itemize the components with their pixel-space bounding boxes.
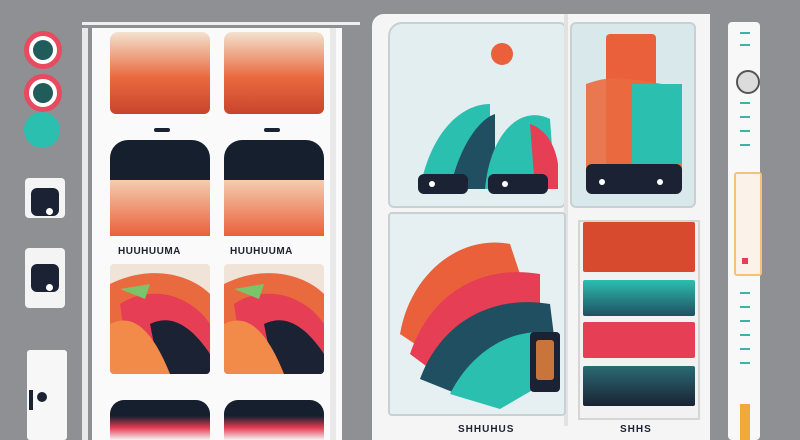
slot-icon <box>264 128 280 132</box>
slot-icon <box>154 128 170 132</box>
ruler-level <box>740 404 750 440</box>
gradient-block-top <box>110 32 210 114</box>
abstract-art-svg <box>224 273 324 374</box>
ruler-tick <box>740 44 750 46</box>
dark-display <box>110 140 210 180</box>
abstract-art <box>110 264 210 374</box>
stub-bar <box>29 390 33 410</box>
toggle-button[interactable] <box>25 248 65 308</box>
shelf-pink <box>583 322 695 358</box>
window-bottom-left <box>388 212 566 416</box>
dark-bottom <box>224 400 324 440</box>
caption-right: SHHS <box>620 424 652 435</box>
window-art-svg <box>400 242 560 409</box>
window-art-svg <box>418 43 558 194</box>
toggle-button[interactable] <box>25 178 65 218</box>
shelf-navy <box>583 366 695 406</box>
column-label: HUUHUUMA <box>118 246 181 257</box>
toggle-icon <box>31 264 59 292</box>
column-label: HUUHUUMA <box>230 246 293 257</box>
toggle-dot <box>46 208 53 215</box>
gradient-block-mid <box>110 180 210 236</box>
device-stub <box>27 350 67 440</box>
panel-a: HUUHUUMA HUUHUUMA <box>92 28 342 440</box>
window-top-right <box>570 22 696 208</box>
ruler-marker <box>742 258 748 264</box>
ruler-tick <box>740 320 750 322</box>
toggle-dot <box>46 284 53 291</box>
panel-a-left-rail <box>82 28 88 440</box>
swatch-red-ring[interactable] <box>24 31 62 69</box>
ruler-tick <box>740 32 750 34</box>
ruler-tick <box>740 102 750 104</box>
dark-bottom <box>110 400 210 440</box>
knob-icon[interactable] <box>736 70 760 94</box>
abstract-art-svg <box>110 273 210 374</box>
panel-a-right-rail <box>330 28 336 440</box>
toggle-icon <box>31 188 59 216</box>
ruler-tick <box>740 116 750 118</box>
caption-left: SHHUHUS <box>458 424 515 435</box>
window-top-left <box>388 22 566 208</box>
swatch-teal[interactable] <box>24 112 60 148</box>
ruler-tick <box>740 292 750 294</box>
gradient-block-top <box>224 32 324 114</box>
abstract-art <box>224 264 324 374</box>
gradient-block-mid <box>224 180 324 236</box>
swatch-inner <box>33 83 53 103</box>
shelf-orange <box>583 222 695 272</box>
swatch-inner <box>33 40 53 60</box>
ruler-tick <box>740 362 750 364</box>
dark-display <box>224 140 324 180</box>
ruler-tick <box>740 130 750 132</box>
panel-a-topline <box>82 22 360 25</box>
vertical-ruler[interactable] <box>728 22 762 440</box>
ruler-tick <box>740 348 750 350</box>
stub-dot <box>37 392 47 402</box>
column-2: HUUHUUMA <box>218 28 328 440</box>
ruler-highlight <box>734 172 762 276</box>
ruler-tick <box>740 144 750 146</box>
window-art-svg <box>586 34 682 194</box>
shelf-teal <box>583 280 695 316</box>
ruler-tick <box>740 306 750 308</box>
swatch-pink-ring[interactable] <box>24 74 62 112</box>
ruler-tick <box>740 334 750 336</box>
column-1: HUUHUUMA <box>104 28 214 440</box>
